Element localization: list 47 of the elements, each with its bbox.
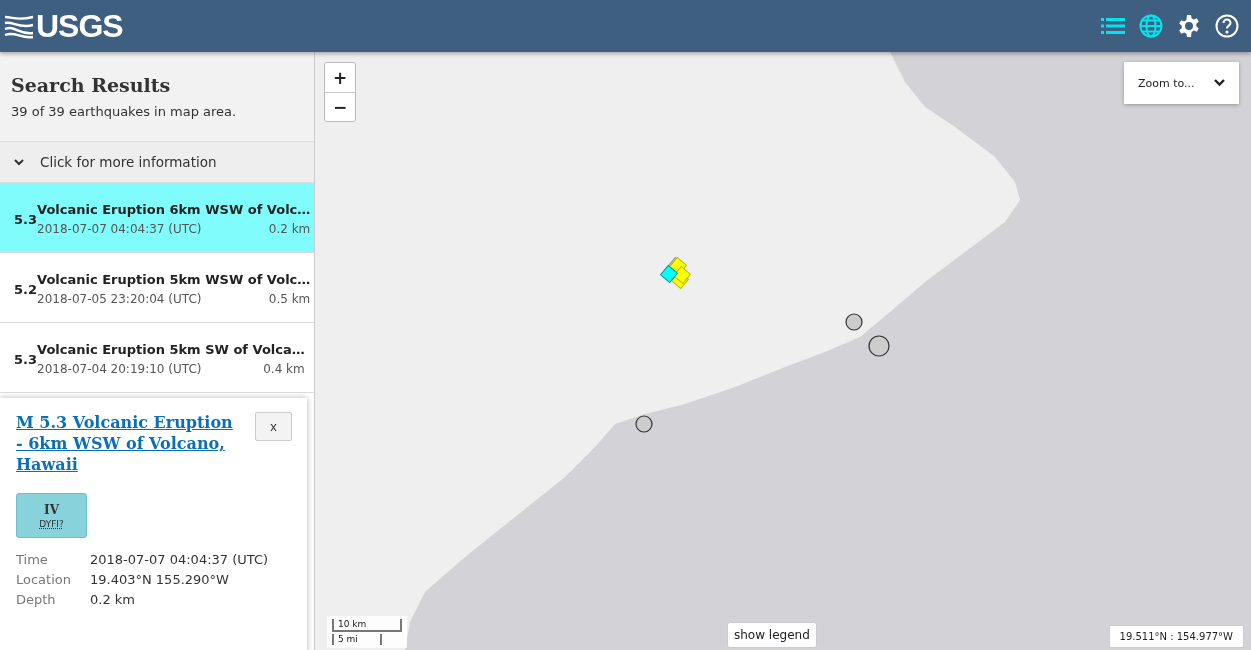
earthquake-link[interactable]: M 5.3 Volcanic Eruption - 6km WSW of Volcano, Hawaii xyxy=(16,412,236,475)
detail-label: Depth xyxy=(16,592,57,607)
earthquake-time: 2018-07-07 04:04:37 (UTC) xyxy=(37,222,202,236)
scale-label: 5 mi xyxy=(332,634,382,645)
globe-icon xyxy=(1139,14,1163,38)
cursor-coordinates: 19.511°N : 154.977°W xyxy=(1108,625,1244,648)
results-summary: 39 of 39 earthquakes in map area. xyxy=(11,104,238,119)
toolbar-button[interactable] xyxy=(1213,12,1241,40)
zoom-to-dropdown[interactable]: Zoom to... xyxy=(1124,62,1239,104)
info-toggle[interactable]: Click for more information xyxy=(0,142,314,183)
settings-icon xyxy=(1177,14,1201,38)
earthquake-title: Volcanic Eruption 5km SW of Volca… xyxy=(37,342,305,357)
detail-label: Time xyxy=(16,552,49,567)
close-button[interactable]: x xyxy=(255,412,292,441)
scale-label: 10 km xyxy=(332,619,402,632)
earthquake-depth: 0.4 km xyxy=(263,362,305,376)
earthquake-depth: 0.2 km xyxy=(268,222,311,236)
earthquake-marker[interactable] xyxy=(635,415,653,433)
help-icon xyxy=(1215,14,1239,38)
magnitude: 5.2 xyxy=(14,281,38,297)
wave-logo-icon xyxy=(4,13,34,39)
detail-value: 19.403°N 155.290°W xyxy=(90,572,230,587)
earthquake-marker[interactable] xyxy=(845,313,863,331)
detail-value: 2018-07-07 04:04:37 (UTC) xyxy=(90,552,270,567)
dyfi-label: DYFI? xyxy=(39,518,64,529)
map-view[interactable]: + − Zoom to... 10 km 5 mi show legend 19.511°N : 154.977°W xyxy=(315,52,1251,650)
zoom-out-button[interactable]: − xyxy=(325,92,355,121)
show-legend-button[interactable]: show legend xyxy=(727,622,817,648)
earthquake-list-item[interactable]: 5.3 Volcanic Eruption 6km WSW of Volc… 2018-07-07 04:04:37 (UTC) 0.2 km xyxy=(0,183,314,253)
earthquake-title: Volcanic Eruption 6km WSW of Volc… xyxy=(37,202,311,217)
detail-label: Location xyxy=(16,572,72,587)
earthquake-time: 2018-07-05 23:20:04 (UTC) xyxy=(37,292,202,306)
dyfi-intensity-badge[interactable]: IV DYFI? xyxy=(16,493,87,538)
earthquake-title: Volcanic Eruption 5km WSW of Volc… xyxy=(37,272,311,287)
earthquake-time: 2018-07-04 20:19:10 (UTC) xyxy=(37,362,202,376)
detail-value: 0.2 km xyxy=(90,592,136,607)
earthquake-depth: 0.5 km xyxy=(268,292,311,306)
results-title: Search Results xyxy=(11,74,172,96)
magnitude: 5.3 xyxy=(14,351,38,367)
intensity-value: IV xyxy=(44,502,59,517)
toolbar-button[interactable] xyxy=(1137,12,1165,40)
earthquake-marker[interactable] xyxy=(868,335,890,357)
chevron-down-icon xyxy=(1214,79,1225,87)
chevron-down-icon xyxy=(14,158,24,166)
list-icon xyxy=(1101,17,1125,35)
magnitude: 5.3 xyxy=(14,211,38,227)
usgs-logo-text[interactable]: USGS xyxy=(36,7,123,45)
